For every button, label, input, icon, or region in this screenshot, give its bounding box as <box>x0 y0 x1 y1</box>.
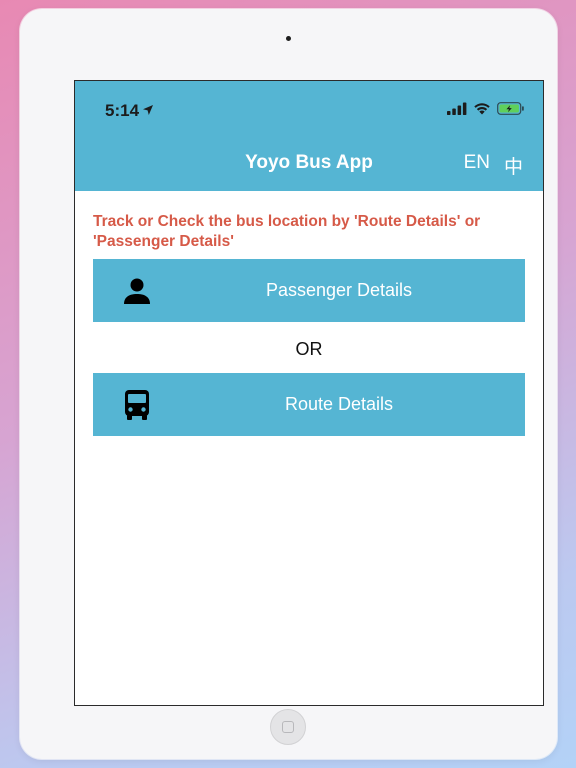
front-camera <box>286 36 291 41</box>
or-separator: OR <box>295 339 323 359</box>
lang-en-button[interactable]: EN <box>464 152 490 179</box>
passenger-details-button[interactable]: Passenger Details <box>93 259 525 322</box>
status-bar-indicators <box>447 102 525 120</box>
status-time-text: 5:14 <box>105 101 140 120</box>
instruction-text: Track or Check the bus location by 'Rout… <box>93 213 481 250</box>
app-screen: 5:14 Yoyo Bus App EN 中 Track or Check th… <box>74 80 544 706</box>
language-switcher: EN 中 <box>464 152 523 179</box>
cellular-signal-icon <box>447 102 467 120</box>
tablet-frame: 5:14 Yoyo Bus App EN 中 Track or Check th… <box>20 9 557 759</box>
home-button[interactable] <box>270 709 306 745</box>
home-square-icon <box>282 721 294 733</box>
passenger-details-label: Passenger Details <box>265 280 413 300</box>
route-details-label: Route Details <box>284 394 394 414</box>
location-arrow-icon <box>142 101 154 121</box>
person-icon <box>121 275 153 307</box>
route-details-button[interactable]: Route Details <box>93 373 525 436</box>
status-bar-time: 5:14 <box>105 101 154 121</box>
wifi-icon <box>473 102 491 120</box>
battery-charging-icon <box>497 102 525 120</box>
lang-zh-button[interactable]: 中 <box>504 152 523 179</box>
bus-icon <box>121 389 153 421</box>
app-header: 5:14 Yoyo Bus App EN 中 <box>75 81 543 191</box>
